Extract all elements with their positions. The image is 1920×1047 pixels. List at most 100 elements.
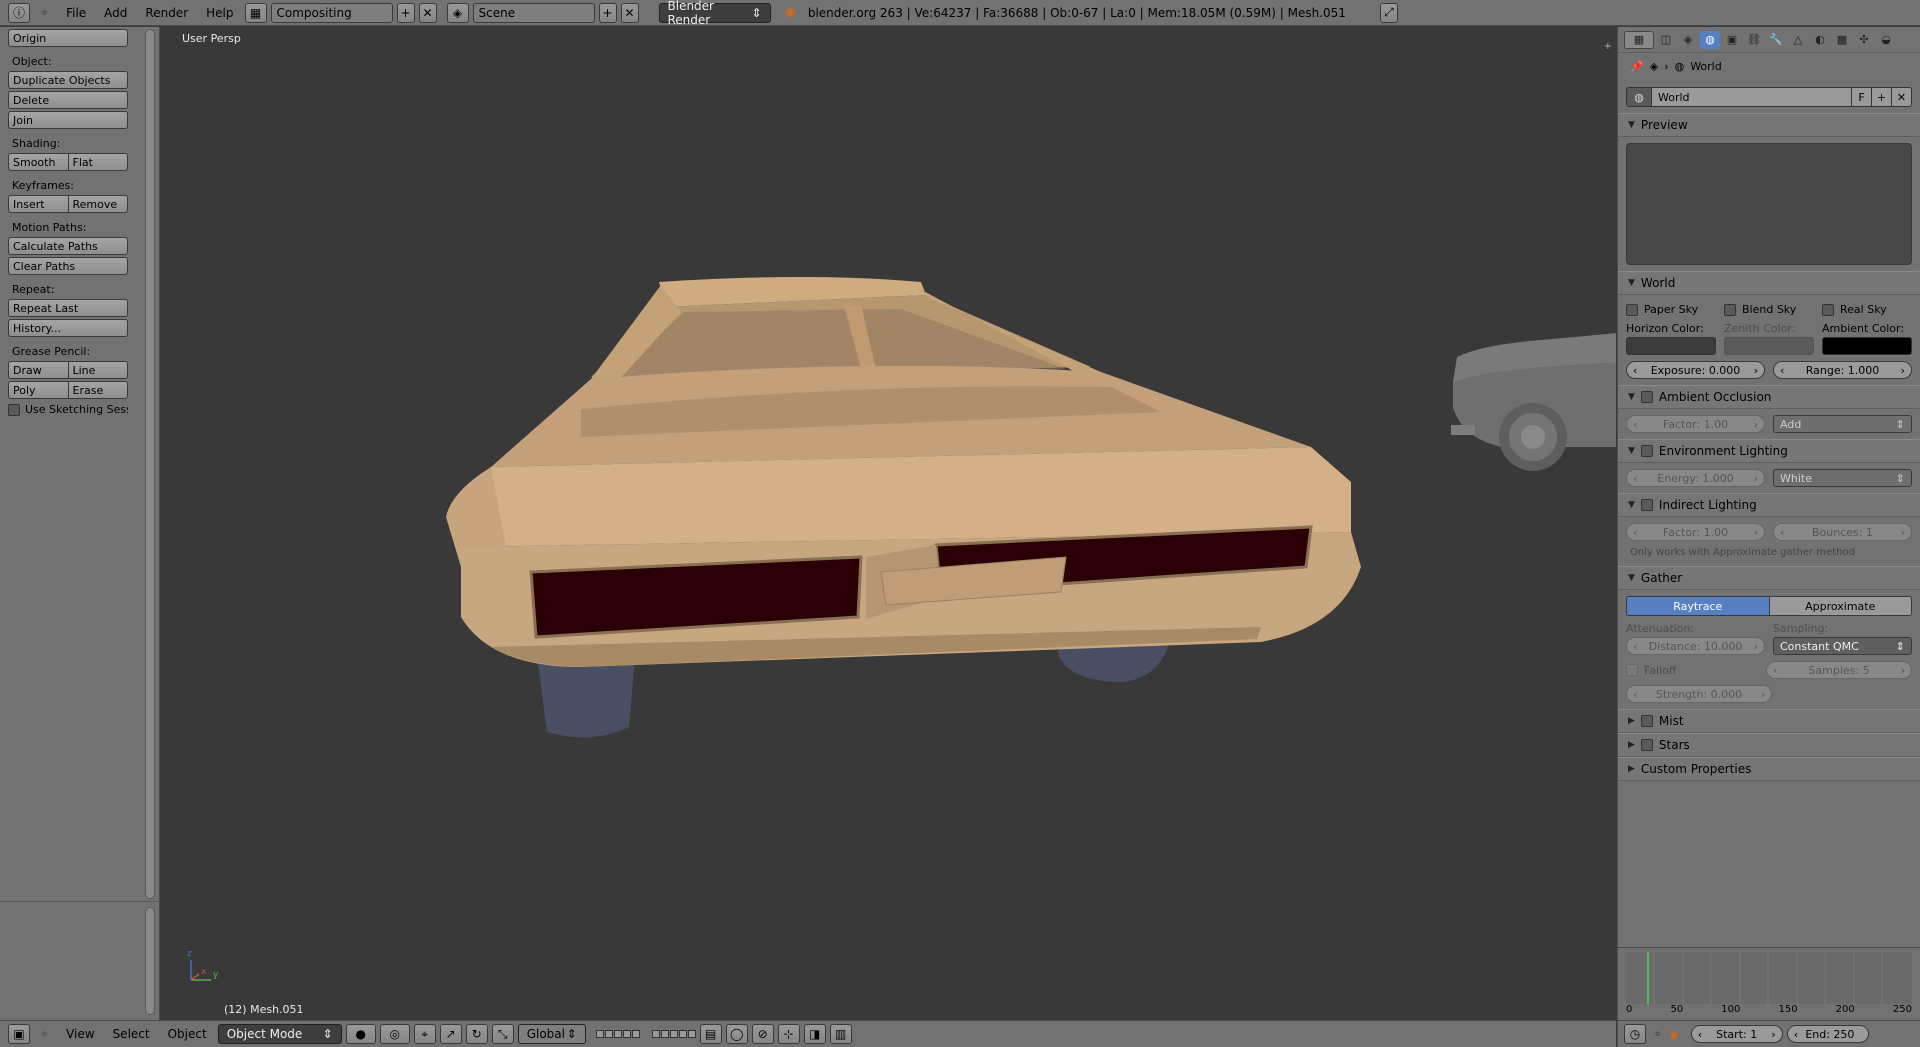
snap-element-icon[interactable]: ⊹: [777, 1024, 800, 1044]
erase-button[interactable]: Erase: [68, 381, 128, 399]
collapse-menu-icon-timeline[interactable]: ◦: [1650, 1027, 1665, 1041]
render-still-icon[interactable]: ◨: [803, 1024, 826, 1044]
samples-field[interactable]: ‹ Samples: 5 ›: [1766, 661, 1912, 679]
transform-orientation-select[interactable]: Global ⇕: [517, 1024, 586, 1044]
increase-arrow-icon[interactable]: ›: [1754, 640, 1758, 653]
increase-arrow-icon[interactable]: ›: [1754, 418, 1758, 431]
decrease-arrow-icon[interactable]: ‹: [1633, 688, 1637, 701]
decrease-arrow-icon[interactable]: ‹: [1780, 526, 1784, 539]
new-world-icon[interactable]: +: [1872, 87, 1892, 107]
falloff-toggle[interactable]: Falloff: [1626, 664, 1758, 677]
render-animation-icon[interactable]: ▥: [829, 1024, 852, 1044]
real-sky-checkbox[interactable]: [1822, 303, 1834, 316]
sketching-checkbox[interactable]: [8, 403, 20, 416]
layers-group-2[interactable]: [651, 1030, 696, 1038]
remove-scene-icon[interactable]: ✕: [620, 2, 639, 23]
layer-icon[interactable]: [595, 1030, 604, 1038]
snap-toggle-icon[interactable]: ⊘: [751, 1024, 774, 1044]
menu-file[interactable]: File: [59, 6, 93, 20]
ao-factor-field[interactable]: ‹ Factor: 1.00 ›: [1626, 415, 1765, 433]
increase-arrow-icon[interactable]: ›: [1754, 472, 1758, 485]
decrease-arrow-icon[interactable]: ‹: [1633, 418, 1637, 431]
menu-select[interactable]: Select: [106, 1027, 157, 1041]
3d-viewport[interactable]: User Persp + y z x (12) Mesh.051: [161, 27, 1616, 1020]
ao-blend-select[interactable]: Add ⇕: [1773, 415, 1912, 433]
indirect-panel-header[interactable]: ▼ Indirect Lighting: [1618, 493, 1920, 517]
world-tab-icon[interactable]: ◍: [1700, 30, 1720, 49]
world-browse-icon[interactable]: ◍: [1626, 87, 1652, 107]
object-tab-icon[interactable]: ▣: [1722, 31, 1742, 49]
mode-select[interactable]: Object Mode ⇕: [217, 1024, 342, 1044]
timeline-editor[interactable]: 0 50 100 150 200 250: [1617, 947, 1920, 1020]
layer-icon[interactable]: [669, 1030, 678, 1038]
editor-type-timeline-icon[interactable]: ◷: [1624, 1024, 1646, 1044]
indirect-factor-field[interactable]: ‹ Factor: 1.00 ›: [1626, 523, 1765, 541]
world-panel-header[interactable]: ▼ World: [1618, 271, 1920, 295]
world-name-field[interactable]: World: [1652, 87, 1852, 107]
proportional-edit-icon[interactable]: ◯: [725, 1024, 748, 1044]
decrease-arrow-icon[interactable]: ‹: [1633, 526, 1637, 539]
zenith-color-swatch[interactable]: [1724, 337, 1814, 355]
blend-sky-checkbox[interactable]: [1724, 303, 1736, 316]
unlink-world-icon[interactable]: ✕: [1892, 87, 1912, 107]
real-sky-toggle[interactable]: Real Sky: [1822, 303, 1912, 316]
constraints-tab-icon[interactable]: ⛓: [1744, 31, 1764, 49]
mist-panel-header[interactable]: ▶ Mist: [1618, 709, 1920, 733]
increase-arrow-icon[interactable]: ›: [1761, 688, 1765, 701]
menu-render[interactable]: Render: [138, 6, 195, 20]
stars-enable-checkbox[interactable]: [1640, 739, 1653, 751]
exposure-field[interactable]: ‹ Exposure: 0.000 ›: [1626, 361, 1765, 379]
scene-field[interactable]: Scene: [472, 2, 595, 23]
paper-sky-toggle[interactable]: Paper Sky: [1626, 303, 1716, 316]
indirect-enable-checkbox[interactable]: [1640, 499, 1653, 511]
horizon-color-swatch[interactable]: [1626, 337, 1716, 355]
pivot-point-icon[interactable]: ◎: [379, 1024, 410, 1044]
fullscreen-icon[interactable]: ⤢: [1379, 2, 1398, 23]
layer-icon[interactable]: [651, 1030, 660, 1038]
viewport-shading-icon[interactable]: ●: [345, 1024, 376, 1044]
end-frame-field[interactable]: ‹ End: 250: [1786, 1025, 1869, 1043]
draw-button[interactable]: Draw: [8, 361, 69, 379]
layer-icon[interactable]: [613, 1030, 622, 1038]
flat-button[interactable]: Flat: [68, 153, 128, 171]
fake-user-button[interactable]: F: [1852, 87, 1872, 107]
editor-type-3d-icon[interactable]: ▣: [8, 1024, 30, 1044]
layer-icon[interactable]: [604, 1030, 613, 1038]
env-enable-checkbox[interactable]: [1640, 445, 1653, 457]
indirect-bounces-field[interactable]: ‹ Bounces: 1 ›: [1773, 523, 1912, 541]
layers-group-1[interactable]: [595, 1030, 640, 1038]
decrease-arrow-icon[interactable]: ‹: [1633, 364, 1637, 377]
operator-panel-scrollbar[interactable]: [145, 907, 155, 1015]
layer-icon[interactable]: [687, 1030, 696, 1038]
collapse-menu-icon-bottom[interactable]: ◦: [34, 1027, 55, 1041]
use-sketching-session-toggle[interactable]: Use Sketching Sessio: [8, 403, 128, 416]
physics-tab-icon[interactable]: ◒: [1876, 31, 1896, 49]
menu-add[interactable]: Add: [97, 6, 134, 20]
sampling-method-select[interactable]: Constant QMC ⇕: [1773, 637, 1912, 655]
add-layout-icon[interactable]: +: [396, 2, 415, 23]
stars-panel-header[interactable]: ▶ Stars: [1618, 733, 1920, 757]
repeat-last-button[interactable]: Repeat Last: [8, 299, 128, 317]
ambient-color-swatch[interactable]: [1822, 337, 1912, 355]
clear-paths-button[interactable]: Clear Paths: [8, 257, 128, 275]
layer-icon[interactable]: [678, 1030, 687, 1038]
approximate-option[interactable]: Approximate: [1769, 596, 1912, 616]
decrease-arrow-icon[interactable]: ‹: [1794, 1028, 1798, 1041]
layer-icon[interactable]: [631, 1030, 640, 1038]
line-button[interactable]: Line: [68, 361, 128, 379]
decrease-arrow-icon[interactable]: ‹: [1780, 364, 1784, 377]
modifiers-tab-icon[interactable]: 🔧: [1766, 31, 1786, 49]
render-tab-icon[interactable]: ◫: [1656, 31, 1676, 49]
tool-shelf-scrollbar[interactable]: [145, 29, 155, 899]
mist-enable-checkbox[interactable]: [1640, 715, 1653, 727]
gather-panel-header[interactable]: ▼ Gather: [1618, 566, 1920, 590]
render-engine-select[interactable]: Blender Render ⇕: [658, 0, 771, 27]
particles-tab-icon[interactable]: ✣: [1854, 31, 1874, 49]
material-tab-icon[interactable]: ◐: [1810, 31, 1830, 49]
editor-type-properties-icon[interactable]: ▦: [1624, 30, 1654, 49]
increase-arrow-icon[interactable]: ›: [1901, 664, 1905, 677]
manipulator-toggle-icon[interactable]: ⌖: [413, 1024, 436, 1044]
increase-arrow-icon[interactable]: ›: [1771, 1028, 1775, 1041]
gather-method-toggle[interactable]: Raytrace Approximate: [1626, 596, 1912, 616]
distance-field[interactable]: ‹ Distance: 10.000 ›: [1626, 637, 1765, 655]
